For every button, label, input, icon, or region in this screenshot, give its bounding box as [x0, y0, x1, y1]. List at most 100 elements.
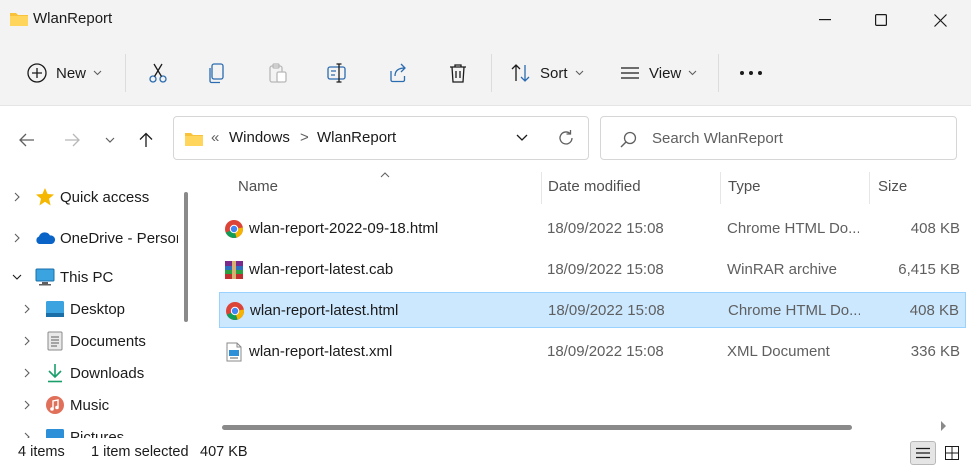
file-date: 18/09/2022 15:08: [547, 220, 664, 237]
paste-button[interactable]: [267, 57, 289, 89]
sidebar-item-this-pc[interactable]: This PC: [10, 261, 113, 293]
window-title: WlanReport: [33, 10, 113, 27]
back-button[interactable]: [15, 128, 39, 152]
computer-icon: [34, 266, 56, 288]
view-list-icon: [621, 67, 639, 79]
breadcrumb-windows[interactable]: Windows: [229, 129, 290, 146]
new-button[interactable]: New: [26, 57, 102, 89]
details-view-icon: [916, 447, 930, 459]
sidebar-item-documents[interactable]: Documents: [20, 325, 146, 357]
sidebar-item-label: Pictures: [70, 428, 125, 439]
arrow-up-icon: [139, 132, 153, 147]
sidebar-scrollbar-thumb[interactable]: [184, 192, 188, 322]
selection-size: 407 KB: [200, 444, 248, 460]
expand-chevron-icon[interactable]: [20, 336, 34, 346]
file-list: Name Date modified Type Size wlan-report…: [200, 170, 971, 438]
details-view-button[interactable]: [910, 441, 936, 465]
toolbar-divider: [125, 54, 126, 92]
expand-chevron-icon[interactable]: [20, 400, 34, 410]
view-label: View: [649, 64, 682, 82]
column-header-name[interactable]: Name: [238, 178, 278, 195]
sidebar-item-label: Downloads: [70, 364, 145, 382]
sort-label: Sort: [540, 64, 568, 82]
breadcrumb-separator[interactable]: >: [300, 129, 309, 146]
sidebar-item-label: Quick access: [60, 188, 150, 206]
file-row[interactable]: wlan-report-latest.xml 18/09/2022 15:08 …: [219, 334, 966, 370]
search-box[interactable]: Search WlanReport: [600, 116, 957, 160]
rename-button[interactable]: [327, 57, 349, 89]
overflow-chevron[interactable]: «: [211, 129, 219, 146]
column-divider[interactable]: [869, 172, 870, 204]
command-bar: New Sort View: [0, 40, 971, 106]
expand-chevron-icon[interactable]: [20, 304, 34, 314]
rename-icon: [327, 63, 346, 83]
new-label: New: [56, 64, 87, 82]
close-button[interactable]: [915, 0, 965, 40]
sort-ascending-icon: [380, 172, 390, 178]
scroll-right-arrow-icon[interactable]: [940, 420, 948, 432]
column-header-date[interactable]: Date modified: [548, 178, 641, 195]
column-divider[interactable]: [720, 172, 721, 204]
more-icon: [740, 71, 762, 75]
file-row[interactable]: wlan-report-latest.cab 18/09/2022 15:08 …: [219, 252, 966, 288]
recent-locations-button[interactable]: [98, 128, 122, 152]
plus-circle-icon: [27, 63, 47, 83]
sidebar-item-label: OneDrive - Person: [60, 229, 185, 247]
search-placeholder: Search WlanReport: [652, 130, 783, 147]
expand-chevron-icon[interactable]: [20, 368, 34, 378]
delete-button[interactable]: [447, 57, 469, 89]
column-header-type[interactable]: Type: [728, 178, 761, 195]
chrome-icon: [226, 302, 245, 320]
file-size: 408 KB: [909, 302, 959, 319]
sidebar-item-desktop[interactable]: Desktop: [20, 293, 125, 325]
forward-button[interactable]: [60, 128, 84, 152]
horizontal-scrollbar-thumb[interactable]: [222, 425, 852, 430]
file-row[interactable]: wlan-report-2022-09-18.html 18/09/2022 1…: [219, 211, 966, 247]
sidebar-item-pictures[interactable]: Pictures: [20, 421, 124, 438]
copy-icon: [209, 63, 224, 84]
chrome-icon: [225, 220, 244, 238]
up-button[interactable]: [134, 128, 158, 152]
maximize-button[interactable]: [856, 0, 906, 40]
file-size: 336 KB: [910, 343, 960, 360]
minimize-icon: [819, 19, 831, 21]
sidebar-item-label: Music: [70, 396, 110, 414]
sidebar-item-label: Documents: [70, 332, 146, 350]
item-count: 4 items: [18, 444, 65, 460]
column-header-size[interactable]: Size: [878, 178, 907, 195]
collapse-chevron-icon[interactable]: [10, 274, 24, 280]
column-divider[interactable]: [541, 172, 542, 204]
sidebar-item-downloads[interactable]: Downloads: [20, 357, 144, 389]
share-button[interactable]: [387, 57, 409, 89]
expand-chevron-icon[interactable]: [10, 233, 24, 243]
sort-button[interactable]: Sort: [510, 57, 584, 89]
address-bar[interactable]: « Windows > WlanReport: [173, 116, 589, 160]
expand-chevron-icon[interactable]: [10, 192, 24, 202]
minimize-button[interactable]: [800, 0, 850, 40]
view-button[interactable]: View: [619, 57, 697, 89]
sidebar-item-music[interactable]: Music: [20, 389, 109, 421]
cut-button[interactable]: [147, 57, 169, 89]
toolbar-divider: [718, 54, 719, 92]
close-icon: [933, 13, 947, 27]
copy-button[interactable]: [206, 57, 228, 89]
chevron-down-icon: [575, 70, 583, 76]
arrow-right-icon: [65, 133, 80, 147]
chevron-down-icon[interactable]: [516, 134, 528, 142]
more-options-button[interactable]: [739, 57, 763, 89]
chevron-down-icon: [688, 70, 697, 76]
folder-icon: [185, 133, 203, 146]
tiles-view-button[interactable]: [939, 441, 965, 465]
file-date: 18/09/2022 15:08: [547, 261, 664, 278]
document-icon: [44, 330, 66, 352]
file-row-selected[interactable]: wlan-report-latest.html 18/09/2022 15:08…: [219, 292, 966, 328]
sidebar-item-onedrive[interactable]: OneDrive - Person: [10, 222, 184, 254]
search-icon: [620, 131, 637, 148]
arrow-left-icon: [19, 133, 34, 147]
breadcrumb-wlanreport[interactable]: WlanReport: [317, 129, 396, 146]
refresh-icon[interactable]: [557, 129, 575, 147]
selection-count: 1 item selected: [91, 444, 189, 460]
winrar-icon: [225, 261, 243, 279]
file-name: wlan-report-latest.html: [250, 302, 399, 319]
sidebar-item-quick-access[interactable]: Quick access: [10, 181, 149, 213]
